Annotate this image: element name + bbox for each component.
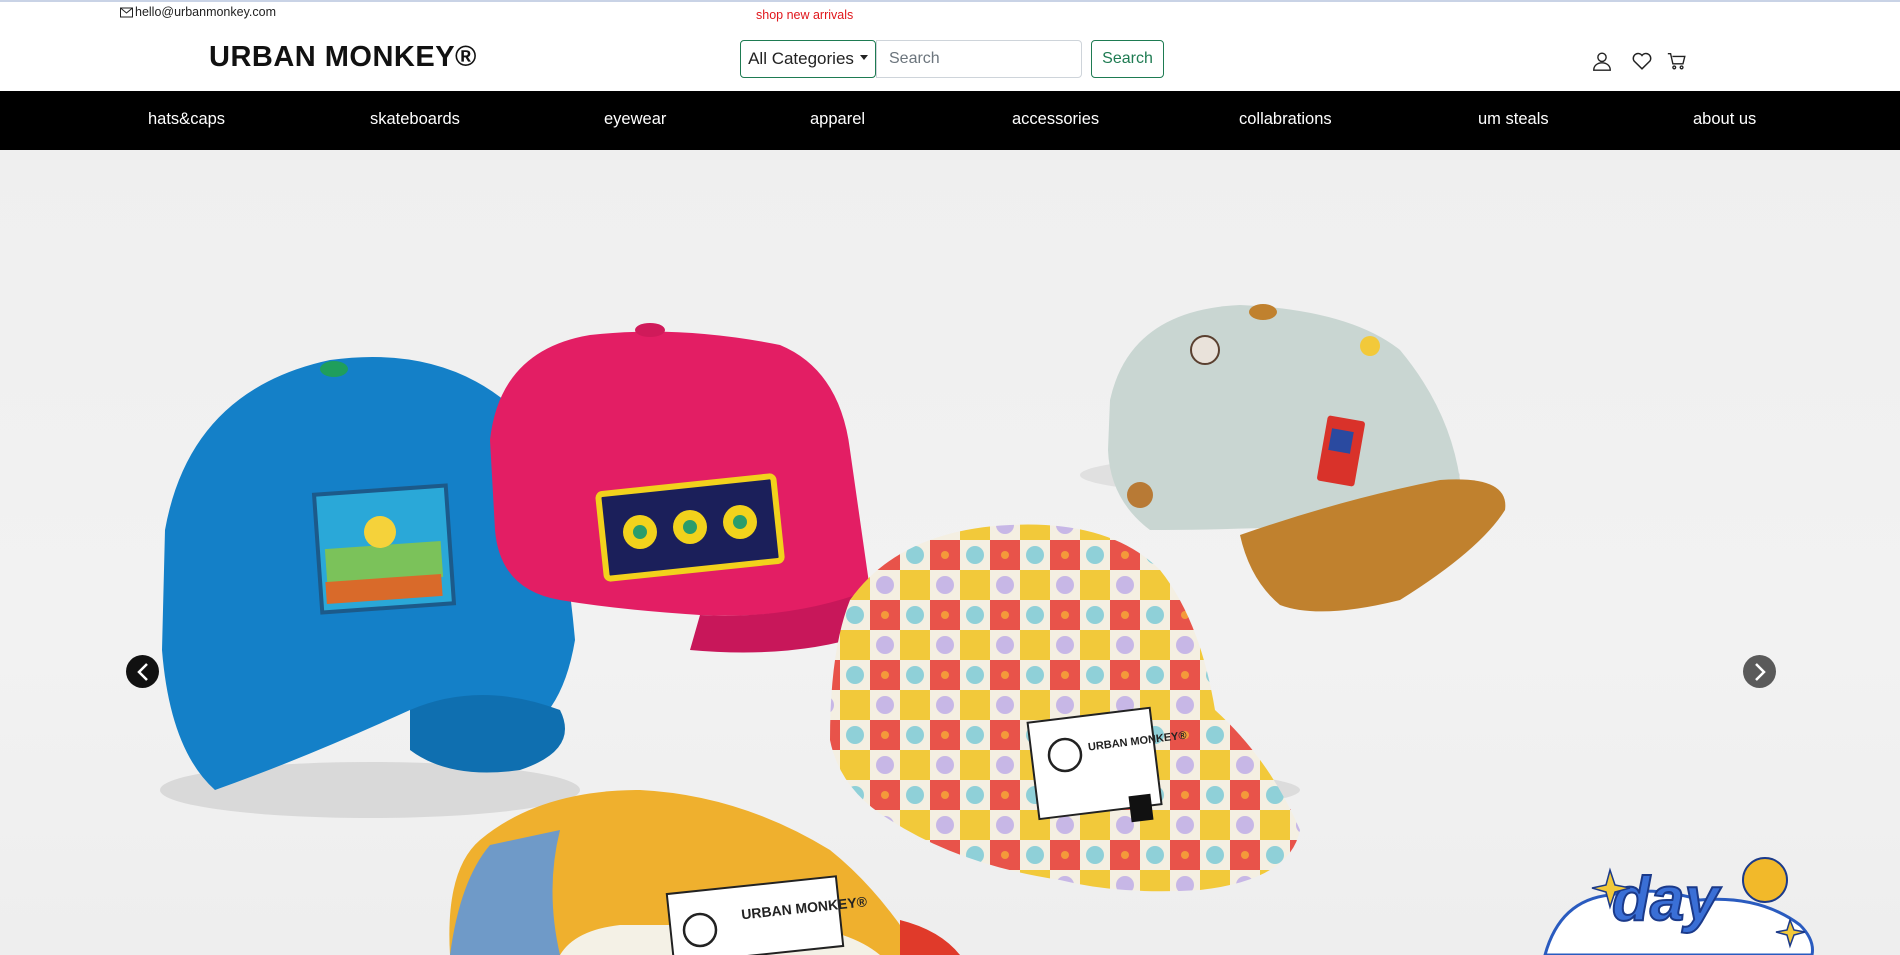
search-input[interactable] <box>876 40 1082 78</box>
nav-item-accessories[interactable]: accessories <box>1012 110 1099 129</box>
nav-item-skateboards[interactable]: skateboards <box>370 110 460 129</box>
top-border <box>0 0 1900 2</box>
email-contact[interactable]: hello@urbanmonkey.com <box>120 5 276 19</box>
nav-item-collabrations[interactable]: collabrations <box>1239 110 1332 129</box>
category-dropdown[interactable]: All Categories <box>740 40 876 78</box>
chevron-down-icon <box>859 54 868 60</box>
category-dropdown-label: All Categories <box>748 49 854 68</box>
user-icon[interactable] <box>1589 49 1615 73</box>
main-nav: hats&caps skateboards eyewear apparel ac… <box>0 91 1900 150</box>
hero-image: URBAN MONKEY® URBAN MONKEY® day <box>160 304 1814 955</box>
nav-item-eyewear[interactable]: eyewear <box>604 110 666 129</box>
cart-icon[interactable] <box>1664 49 1690 73</box>
nav-item-hats-caps[interactable]: hats&caps <box>148 110 225 129</box>
chevron-right-icon <box>1754 662 1766 681</box>
sticker-text: day <box>1612 865 1722 934</box>
search-button[interactable]: Search <box>1091 40 1164 78</box>
nav-item-um-steals[interactable]: um steals <box>1478 110 1549 129</box>
carousel-prev-button[interactable] <box>126 655 159 688</box>
checkered-cap <box>830 524 1300 892</box>
promo-link[interactable]: shop new arrivals <box>756 8 853 22</box>
carousel-next-button[interactable] <box>1743 655 1776 688</box>
site-logo[interactable]: URBAN MONKEY® <box>209 41 477 74</box>
heart-icon[interactable] <box>1629 49 1655 73</box>
day-sticker: day <box>1543 857 1814 955</box>
chevron-left-icon <box>136 662 148 681</box>
nav-item-about-us[interactable]: about us <box>1693 110 1756 129</box>
mail-icon <box>120 7 133 17</box>
hero-carousel: URBAN MONKEY® URBAN MONKEY® day <box>0 150 1900 955</box>
nav-item-apparel[interactable]: apparel <box>810 110 865 129</box>
email-text: hello@urbanmonkey.com <box>135 5 276 19</box>
